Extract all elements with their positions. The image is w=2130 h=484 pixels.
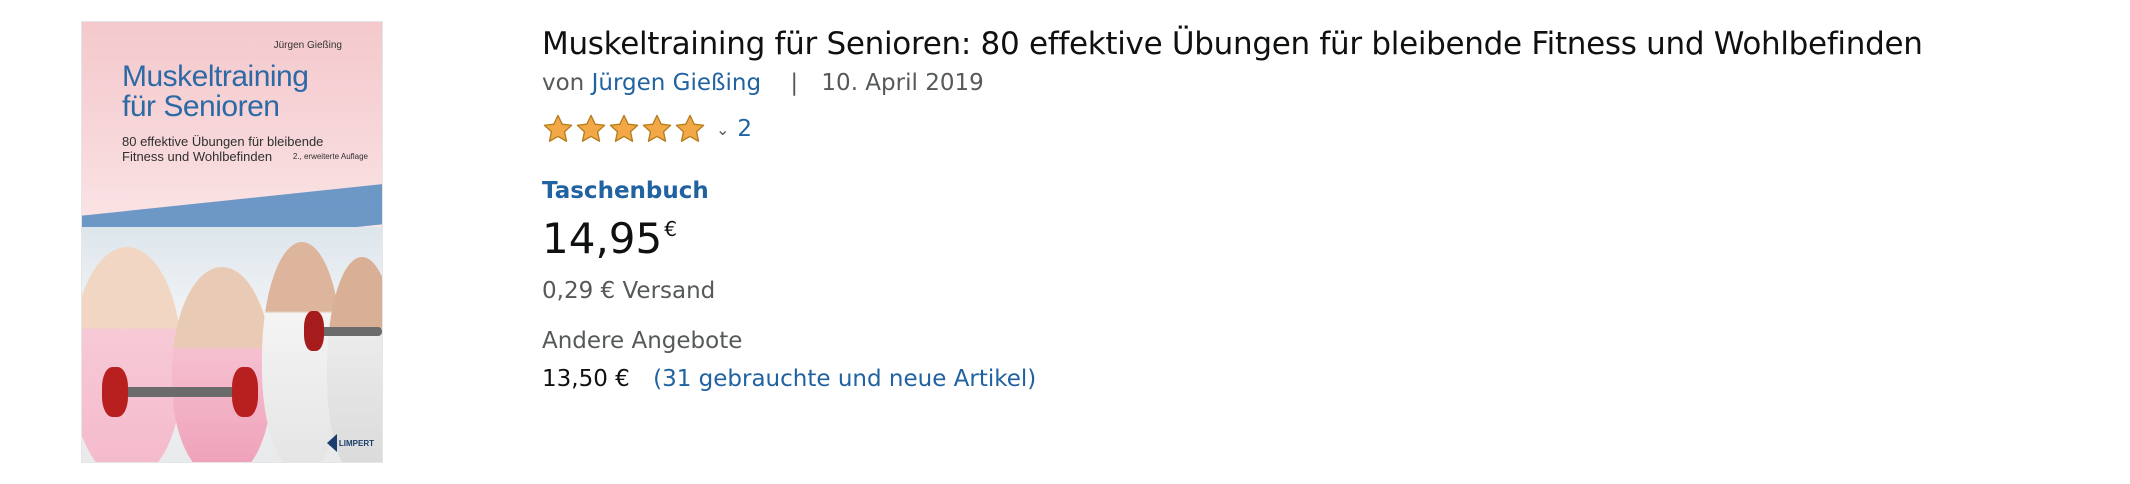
cover-photo-area bbox=[82, 227, 382, 462]
search-result-card: Jürgen Gießing Muskeltraining für Senior… bbox=[0, 0, 2130, 484]
other-offers-price: 13,50 € bbox=[542, 366, 630, 392]
byline: von Jürgen Gießing | 10. April 2019 bbox=[542, 68, 2102, 98]
star-icon bbox=[642, 114, 672, 142]
book-cover-image[interactable]: Jürgen Gießing Muskeltraining für Senior… bbox=[82, 22, 382, 462]
cover-author: Jürgen Gießing bbox=[273, 40, 342, 51]
format-link[interactable]: Taschenbuch bbox=[542, 176, 2102, 206]
cover-title: Muskeltraining für Senioren bbox=[122, 60, 309, 123]
cover-title-line-1: Muskeltraining bbox=[122, 60, 309, 93]
cover-person-2 bbox=[172, 267, 272, 462]
rating-row: ⌄ 2 bbox=[542, 112, 2102, 146]
byline-prefix: von bbox=[542, 70, 585, 96]
publisher-logo-icon bbox=[326, 434, 337, 452]
star-icon bbox=[609, 114, 639, 142]
product-info: Muskeltraining für Senioren: 80 effektiv… bbox=[542, 20, 2102, 394]
other-offers-row: 13,50 € (31 gebrauchte und neue Artikel) bbox=[542, 364, 2102, 394]
price[interactable]: 14,95 € bbox=[542, 214, 2102, 264]
price-whole: 14,95 bbox=[542, 214, 663, 263]
star-icon bbox=[543, 114, 573, 142]
cover-dumbbell-weight-1 bbox=[102, 367, 128, 417]
review-count-link[interactable]: 2 bbox=[737, 116, 752, 142]
author-link[interactable]: Jürgen Gießing bbox=[592, 70, 761, 96]
product-title-link[interactable]: Muskeltraining für Senioren: 80 effektiv… bbox=[542, 20, 2102, 68]
star-icon bbox=[576, 114, 606, 142]
star-icon bbox=[675, 114, 705, 142]
publication-date: 10. April 2019 bbox=[821, 70, 984, 96]
other-offers-link[interactable]: (31 gebrauchte und neue Artikel) bbox=[653, 366, 1036, 392]
cover-dumbbell-weight-2 bbox=[232, 367, 258, 417]
cover-person-1 bbox=[82, 247, 182, 462]
star-rating[interactable] bbox=[542, 113, 706, 145]
cover-dumbbell-1 bbox=[112, 387, 242, 397]
byline-separator: | bbox=[790, 70, 799, 96]
price-currency: € bbox=[664, 217, 677, 241]
cover-publisher-name: LIMPERT bbox=[338, 438, 374, 448]
cover-dumbbell-weight-3 bbox=[304, 311, 324, 351]
chevron-down-icon[interactable]: ⌄ bbox=[716, 120, 729, 139]
other-offers-label: Andere Angebote bbox=[542, 328, 743, 354]
cover-title-line-2: für Senioren bbox=[122, 90, 280, 123]
shipping-cost: 0,29 € Versand bbox=[542, 278, 716, 304]
cover-edition: 2., erweiterte Auflage bbox=[292, 152, 368, 161]
cover-publisher-logo: LIMPERT bbox=[326, 434, 374, 452]
cover-person-4 bbox=[327, 257, 382, 462]
